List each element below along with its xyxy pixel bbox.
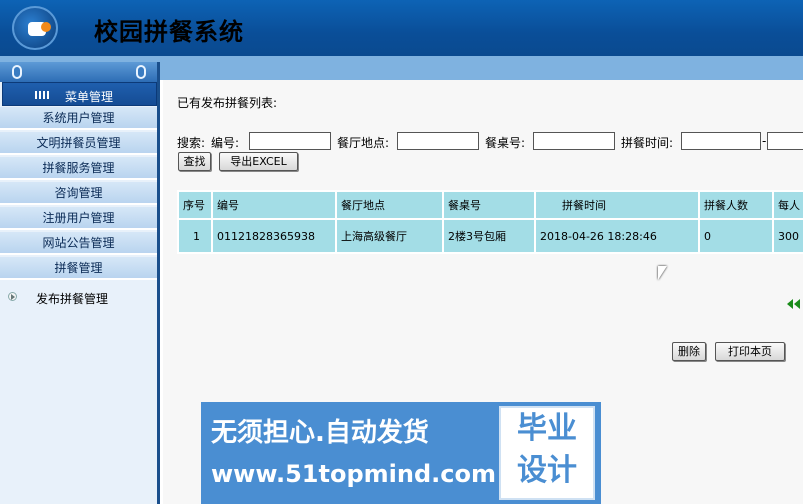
cell-table-no: 2楼3号包厢 [442, 218, 536, 254]
app-logo [12, 6, 58, 50]
col-code: 编号 [211, 190, 337, 220]
watermark-box-line2: 设计 [517, 453, 577, 488]
cell-code: 01121828365938 [211, 218, 337, 254]
cell-index: 1 [177, 218, 213, 254]
content-top-strip [160, 62, 803, 80]
watermark-box-line1: 毕业 [517, 411, 577, 446]
watermark-line2: www.51topmind.com [211, 460, 496, 488]
main-content: 已有发布拼餐列表: 搜索: 编号: 餐厅地点: 餐桌号: 拼餐时间: - 查找 … [163, 80, 803, 504]
sidebar-item-dining-staff[interactable]: 文明拼餐员管理 [0, 132, 157, 155]
search-row: 搜索: 编号: 餐厅地点: 餐桌号: 拼餐时间: - [177, 132, 803, 152]
sidebar-item-dining-management[interactable]: 拼餐管理 [0, 257, 157, 280]
sidebar-subitem-publish[interactable]: 发布拼餐管理 [0, 287, 157, 307]
menu-header-label: 菜单管理 [65, 90, 114, 104]
place-label: 餐厅地点: [337, 136, 390, 150]
col-count: 拼餐人数 [698, 190, 774, 220]
place-input[interactable] [397, 132, 479, 150]
col-time: 拼餐时间 [534, 190, 700, 220]
watermark-line1: 无须担心.自动发货 [211, 418, 429, 448]
table-row[interactable]: 1 01121828365938 上海高级餐厅 2楼3号包厢 2018-04-2… [177, 218, 803, 254]
mouse-cursor [658, 266, 667, 280]
search-button[interactable]: 查找 [178, 152, 211, 171]
app-header: 校园拼餐系统 [0, 0, 803, 56]
logo-dot [41, 22, 51, 32]
col-table-no: 餐桌号 [442, 190, 536, 220]
delete-button[interactable]: 删除 [672, 342, 706, 361]
watermark-box: 毕业 设计 [499, 406, 595, 500]
cell-time: 2018-04-26 18:28:46 [534, 218, 700, 254]
ring-icon [12, 65, 22, 79]
watermark-banner: 无须担心.自动发货 www.51topmind.com 毕业 设计 [201, 402, 601, 504]
sidebar-top-bar [0, 62, 157, 82]
ring-icon [136, 65, 146, 79]
sidebar: 菜单管理 系统用户管理 文明拼餐员管理 拼餐服务管理 咨询管理 注册用户管理 网… [0, 62, 160, 504]
arrow-left-icon [794, 299, 800, 309]
code-label: 编号: [211, 136, 240, 150]
sidebar-item-system-users[interactable]: 系统用户管理 [0, 107, 157, 130]
sidebar-item-consulting[interactable]: 咨询管理 [0, 182, 157, 205]
menu-header[interactable]: 菜单管理 [2, 82, 157, 106]
results-table: 序号 编号 餐厅地点 餐桌号 拼餐时间 拼餐人数 每人 1 0112182836… [177, 190, 803, 256]
col-per-person: 每人 [772, 190, 803, 220]
export-excel-button[interactable]: 导出EXCEL [219, 152, 298, 171]
print-page-button[interactable]: 打印本页 [715, 342, 785, 361]
cell-place: 上海高级餐厅 [335, 218, 444, 254]
sidebar-subitem-label: 发布拼餐管理 [36, 292, 109, 306]
sidebar-item-registered-users[interactable]: 注册用户管理 [0, 207, 157, 230]
time-separator: - [762, 134, 767, 148]
code-input[interactable] [249, 132, 331, 150]
sidebar-item-announcements[interactable]: 网站公告管理 [0, 232, 157, 255]
time-label: 拼餐时间: [621, 136, 674, 150]
sidebar-item-dining-service[interactable]: 拼餐服务管理 [0, 157, 157, 180]
first-page-arrows[interactable] [787, 298, 803, 310]
list-title: 已有发布拼餐列表: [177, 96, 278, 110]
col-place: 餐厅地点 [335, 190, 444, 220]
time-start-input[interactable] [681, 132, 761, 150]
app-title: 校园拼餐系统 [94, 17, 244, 46]
cell-count: 0 [698, 218, 774, 254]
grid-icon [35, 91, 49, 99]
arrow-left-icon [787, 299, 793, 309]
table-no-input[interactable] [533, 132, 615, 150]
col-index: 序号 [177, 190, 213, 220]
play-icon [8, 292, 17, 301]
time-end-input[interactable] [767, 132, 803, 150]
cell-per-person: 300 [772, 218, 803, 254]
table-header-row: 序号 编号 餐厅地点 餐桌号 拼餐时间 拼餐人数 每人 [177, 190, 803, 220]
table-no-label: 餐桌号: [485, 136, 526, 150]
search-label: 搜索: [177, 136, 206, 150]
